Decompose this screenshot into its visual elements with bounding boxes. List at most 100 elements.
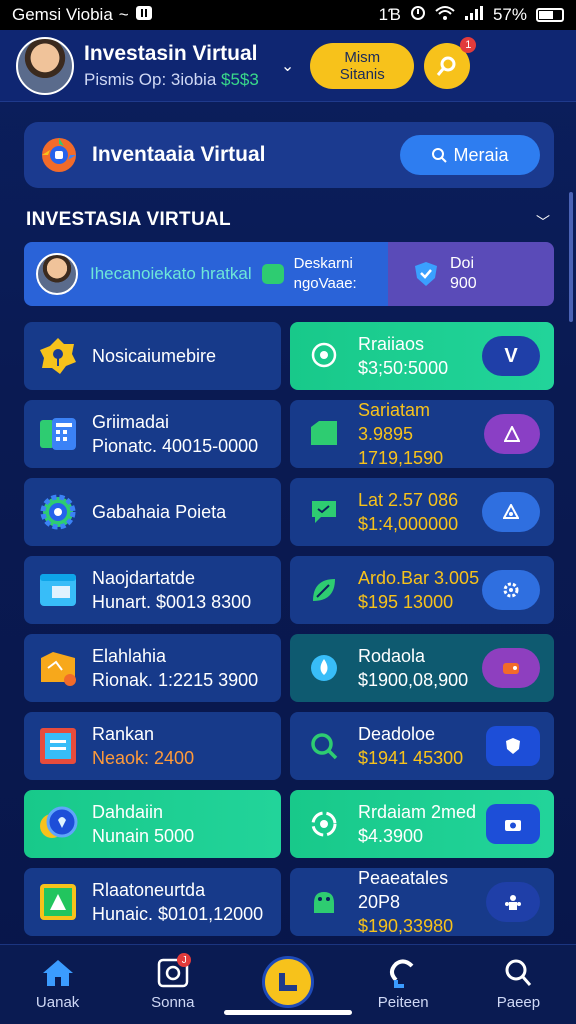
list-item[interactable]: Nosicaiumebire — [24, 322, 281, 390]
list-item-value: $3;50:5000 — [358, 358, 449, 378]
list-item-title: Rrdaiam 2med — [358, 802, 477, 822]
settings-button[interactable] — [482, 570, 540, 610]
banner-left: Ihecanoiekato hratkal Deskarni ngoVaae: — [24, 242, 388, 306]
app-card-title: Inventaaia Virtual — [92, 143, 266, 166]
folder-icon — [38, 648, 78, 688]
gear-logo-icon — [42, 138, 76, 172]
header-pill-label-2: Sitanis — [339, 65, 385, 83]
list-item[interactable]: Dahdaiin Nunain 5000 — [24, 790, 281, 858]
list-item-value: $1941 45300 — [358, 748, 464, 768]
list-item[interactable]: Rodaola $1900,08,900 — [290, 634, 554, 702]
camera-button[interactable] — [486, 804, 540, 844]
list-item-value: Nunain 5000 — [92, 826, 195, 846]
section-title: INVESTASIA VIRTUAL — [26, 209, 231, 230]
action-button[interactable] — [486, 726, 540, 766]
chat-bubble-icon — [304, 336, 344, 376]
gear-icon — [503, 582, 519, 598]
banner-mid-line-1: Deskarni — [293, 255, 353, 272]
refresh-icon — [390, 959, 414, 988]
banner-mid-line-2: ngoVaae: — [293, 275, 357, 292]
nav-label-home: Uanak — [35, 994, 80, 1011]
search-pill-label: Meraia — [453, 144, 509, 165]
list-item[interactable]: Rrdaiam 2med $4.3900 — [290, 790, 554, 858]
banner-right-line-1: Doi — [450, 255, 475, 272]
nav-label-portfolio: Sonna — [151, 994, 195, 1011]
action-button[interactable] — [484, 414, 540, 454]
list-item[interactable]: Elahlahia Rionak. 1:2215 3900 — [24, 634, 281, 702]
list-item[interactable]: Gabahaia Poieta — [24, 478, 281, 546]
list-item-text: Lat 2.57 086 $1:4,000000 — [358, 488, 458, 536]
center-action-button[interactable] — [262, 955, 314, 1008]
list-item-text: Ardo.Bar 3.005 $195 13000 — [358, 566, 479, 614]
action-button[interactable] — [482, 648, 540, 688]
list-item[interactable]: Lat 2.57 086 $1:4,000000 — [290, 478, 554, 546]
home-indicator[interactable] — [224, 1010, 352, 1015]
search-icon — [437, 56, 456, 76]
status-bar: Gemsi Viobia ~ 1Ɓ 57% — [0, 0, 576, 30]
nav-item-portfolio[interactable]: Sonna J — [115, 945, 230, 1024]
banner-right: Doi 900 — [388, 242, 554, 306]
nav-item-search[interactable]: Paeep — [461, 945, 576, 1024]
list-item-value: Pionatc. 40015-0000 — [92, 436, 259, 456]
list-item-text: Deadoloe $1941 45300 — [358, 722, 463, 770]
list-item[interactable]: Rankan Neaok: 2400 — [24, 712, 281, 780]
banner-right-line-2: 900 — [450, 275, 477, 292]
expand-button[interactable]: V — [482, 336, 540, 376]
map-icon — [38, 882, 78, 922]
list-item[interactable]: Deadoloe $1941 45300 — [290, 712, 554, 780]
coin-icon — [38, 804, 78, 844]
list-item-title: Naojdartatde — [92, 568, 196, 588]
status-right: 1Ɓ 57% — [379, 5, 564, 26]
list-item-text: Sariatam 3.9895 1719,1590 — [358, 398, 484, 470]
list-item[interactable]: Griimadai Pionatc. 40015-0000 — [24, 400, 281, 468]
header-pill-button[interactable]: Mism Sitanis — [310, 42, 415, 89]
lock-icon — [503, 504, 519, 519]
search-pill-button[interactable]: Meraia — [400, 135, 540, 175]
avatar — [36, 253, 78, 295]
list-item-text: Peaeatales 20P8 $190,33980 — [358, 866, 486, 938]
search-button[interactable]: 1 — [424, 36, 477, 89]
banner-right-text: Doi 900 — [450, 254, 477, 294]
action-button[interactable] — [485, 882, 540, 922]
header-subtitle: Pismis Op: 3iobia $5$3 — [84, 70, 259, 90]
chevron-down-icon[interactable]: ﹀ — [536, 212, 550, 232]
battery-icon — [536, 8, 564, 22]
avatar[interactable] — [16, 36, 74, 95]
list-item-text: Griimadai Pionatc. 40015-0000 — [92, 410, 258, 458]
list-item-value: Hunaic. $0101,12000 — [92, 904, 264, 924]
list-item[interactable]: Peaeatales 20P8 $190,33980 — [290, 868, 554, 936]
nav-item-home[interactable]: Uanak — [0, 945, 115, 1024]
list-item-title: Peaeatales 20P8 — [358, 868, 449, 912]
list-item[interactable]: Rlaatoneurtda Hunaic. $0101,12000 — [24, 868, 281, 936]
banner-mid: Deskarni ngoVaae: — [294, 254, 357, 294]
list-item[interactable]: Rraiiaos $3;50:5000 V — [290, 322, 554, 390]
chevron-down-icon[interactable]: ⌄ — [281, 56, 294, 76]
list-item-value: Neaok: 2400 — [92, 748, 195, 768]
list-item-text: Rankan Neaok: 2400 — [92, 722, 194, 770]
profile-banner[interactable]: Ihecanoiekato hratkal Deskarni ngoVaae: … — [24, 242, 554, 306]
document-icon — [38, 726, 78, 766]
action-button[interactable] — [482, 492, 540, 532]
list-item[interactable]: Ardo.Bar 3.005 $195 13000 — [290, 556, 554, 624]
list-item-value: $4.3900 — [358, 826, 424, 846]
chat-icon — [261, 264, 284, 284]
list-item-value: Rionak. 1:2215 3900 — [92, 670, 259, 690]
signal-icon — [464, 5, 484, 26]
battery-percent: 57% — [492, 5, 527, 24]
window-icon — [38, 570, 78, 610]
list-item-text: Rrdaiam 2med $4.3900 — [358, 800, 476, 848]
header-title: Investasin Virtual — [84, 41, 258, 65]
notification-badge: 1 — [460, 36, 477, 53]
scrollbar[interactable] — [569, 192, 573, 322]
notification-badge: J — [177, 953, 192, 967]
nav-label-search: Paeep — [496, 994, 541, 1011]
list-item-title: Sariatam 3.9895 — [358, 400, 431, 444]
nav-item-profile[interactable]: Peiteen — [346, 945, 461, 1024]
gear-icon — [38, 492, 78, 532]
list-item[interactable]: Naojdartatde Hunart. $0013 8300 — [24, 556, 281, 624]
banner-text: Ihecanoiekato hratkal — [90, 264, 252, 283]
list-item[interactable]: Sariatam 3.9895 1719,1590 — [290, 400, 554, 468]
camera-icon — [505, 820, 521, 831]
shield-icon — [415, 262, 437, 286]
refresh-icon — [304, 804, 344, 844]
